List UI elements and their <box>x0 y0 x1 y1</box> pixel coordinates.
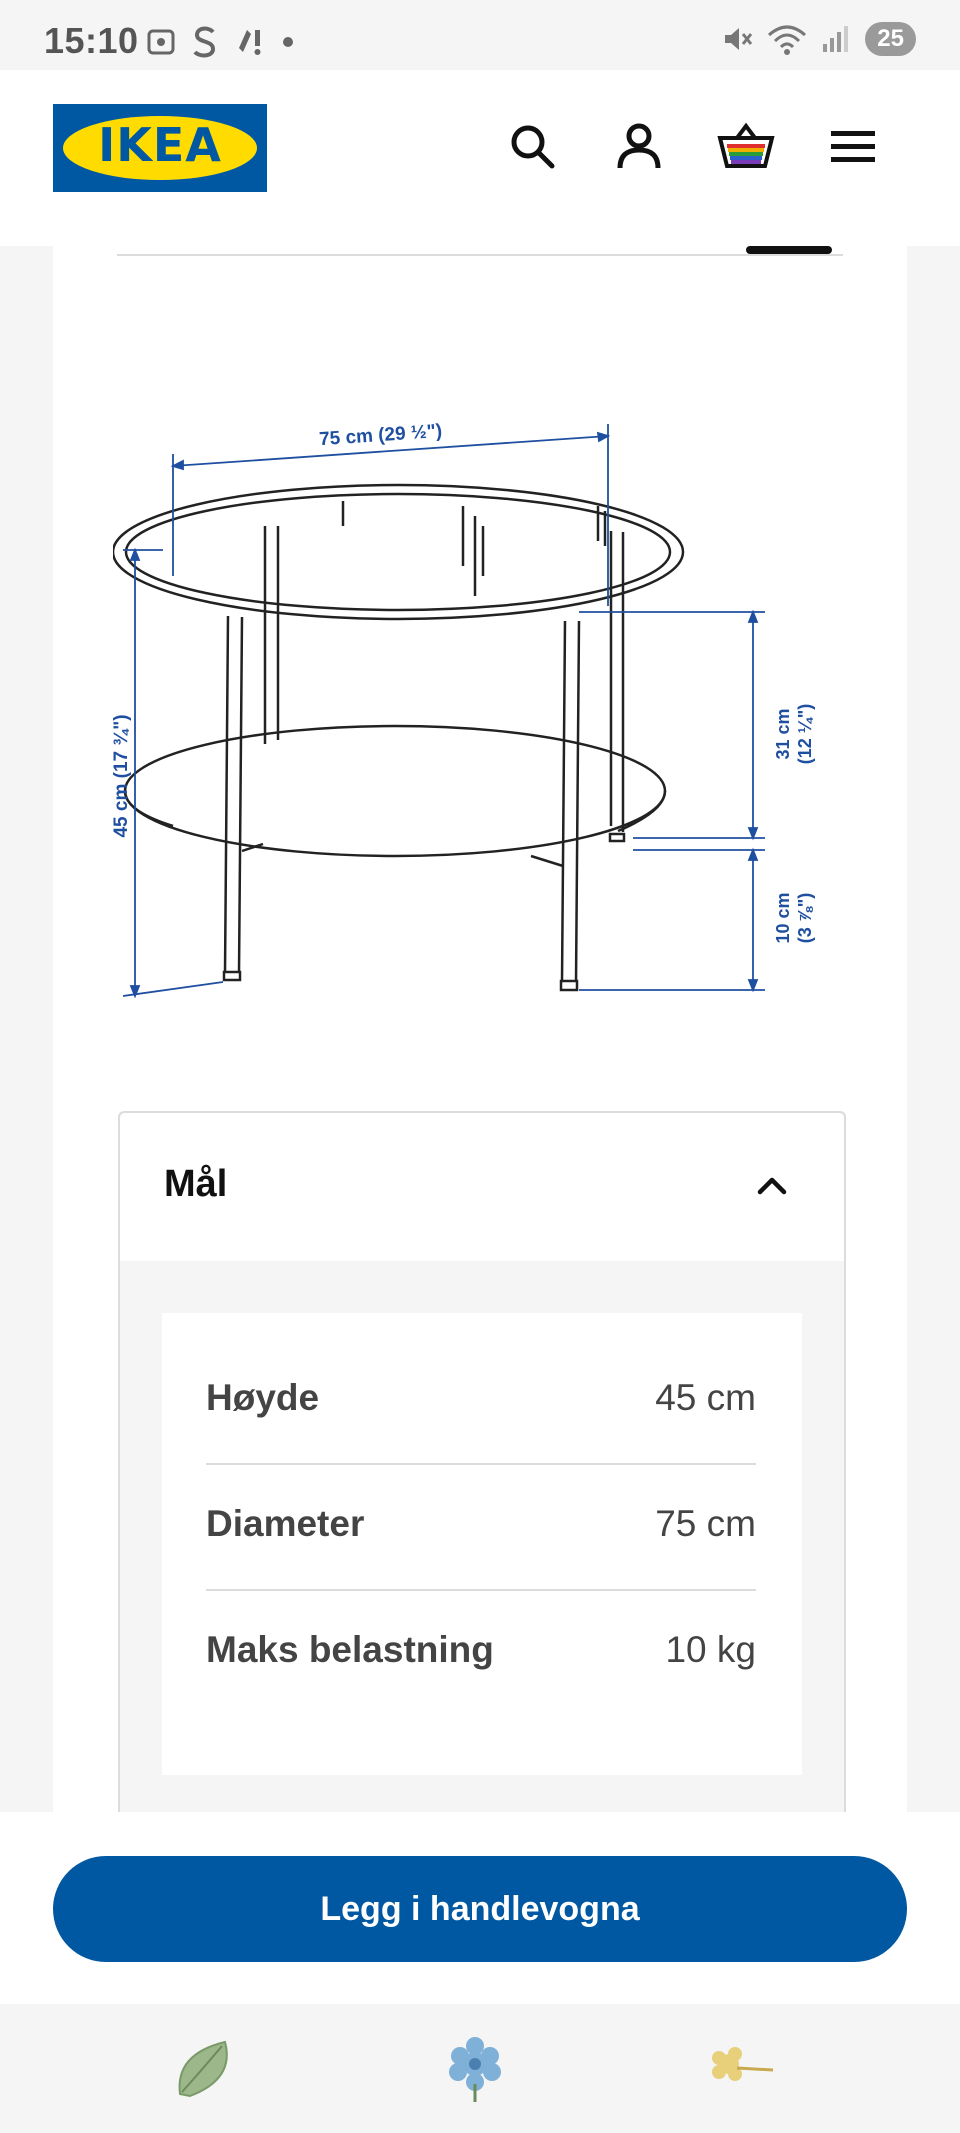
menu-icon[interactable] <box>820 114 886 180</box>
dimension-label: Maks belastning <box>206 1629 494 1670</box>
blue-flower-icon[interactable] <box>440 2034 510 2104</box>
account-icon[interactable] <box>606 114 672 180</box>
wifi-icon <box>768 25 807 55</box>
dot-icon <box>283 37 293 47</box>
product-content: 75 cm (29 ½") 45 cm (17 ¾") 31 cm (12 ¼"… <box>53 246 907 1835</box>
mute-icon <box>725 28 753 50</box>
floor-gap-imperial-label: (3 ⅞") <box>795 893 815 944</box>
logo-text: IKEA <box>98 118 222 172</box>
height-dimension-label: 45 cm (17 ¾") <box>113 714 132 837</box>
dimension-value: 10 kg <box>665 1629 756 1670</box>
dimension-row: Høyde 45 cm <box>206 1339 756 1465</box>
dimension-row: Maks belastning 10 kg <box>206 1591 756 1715</box>
dimension-drawing: 75 cm (29 ½") 45 cm (17 ¾") 31 cm (12 ¼"… <box>113 421 815 999</box>
s-app-icon <box>193 26 216 58</box>
leaf-icon[interactable] <box>170 2034 240 2104</box>
notification-icon <box>239 30 261 55</box>
status-bar: 15:10 25 <box>0 0 960 70</box>
active-tab-indicator <box>746 246 832 254</box>
status-right-icons: 25 <box>721 22 916 56</box>
shelf-gap-imperial-label: (12 ¼") <box>795 704 815 765</box>
accordion-title: Mål <box>164 1163 228 1205</box>
dimensions-accordion: Mål Høyde 45 cm Diameter 75 cm Maks bela… <box>118 1111 846 1835</box>
chevron-up-icon[interactable] <box>752 1165 792 1205</box>
dimensions-table: Høyde 45 cm Diameter 75 cm Maks belastni… <box>162 1313 802 1775</box>
screenshot-icon <box>147 29 175 55</box>
yellow-flower-icon[interactable] <box>705 2034 775 2104</box>
accordion-header[interactable]: Mål <box>120 1113 844 1261</box>
status-left-icons <box>145 24 295 60</box>
dimension-label: Diameter <box>206 1503 365 1544</box>
floor-gap-label: 10 cm <box>773 892 793 943</box>
status-time: 15:10 <box>44 20 139 61</box>
cart-icon[interactable] <box>713 114 779 180</box>
dimension-row: Diameter 75 cm <box>206 1465 756 1591</box>
add-to-cart-button[interactable]: Legg i handlevogna <box>53 1856 907 1962</box>
width-dimension-label: 75 cm (29 ½") <box>318 421 442 451</box>
dimension-label: Høyde <box>206 1377 320 1418</box>
battery-indicator: 25 <box>865 22 916 56</box>
bottom-bar <box>0 2004 960 2133</box>
shelf-gap-label: 31 cm <box>773 708 793 759</box>
signal-icon <box>823 26 849 52</box>
tab-divider <box>117 254 843 256</box>
site-header: IKEA <box>0 70 960 246</box>
add-to-cart-bar: Legg i handlevogna <box>0 1812 960 2004</box>
dimension-value: 75 cm <box>655 1503 756 1544</box>
search-icon[interactable] <box>500 114 566 180</box>
dimension-value: 45 cm <box>655 1377 756 1418</box>
ikea-logo[interactable]: IKEA <box>53 104 267 192</box>
